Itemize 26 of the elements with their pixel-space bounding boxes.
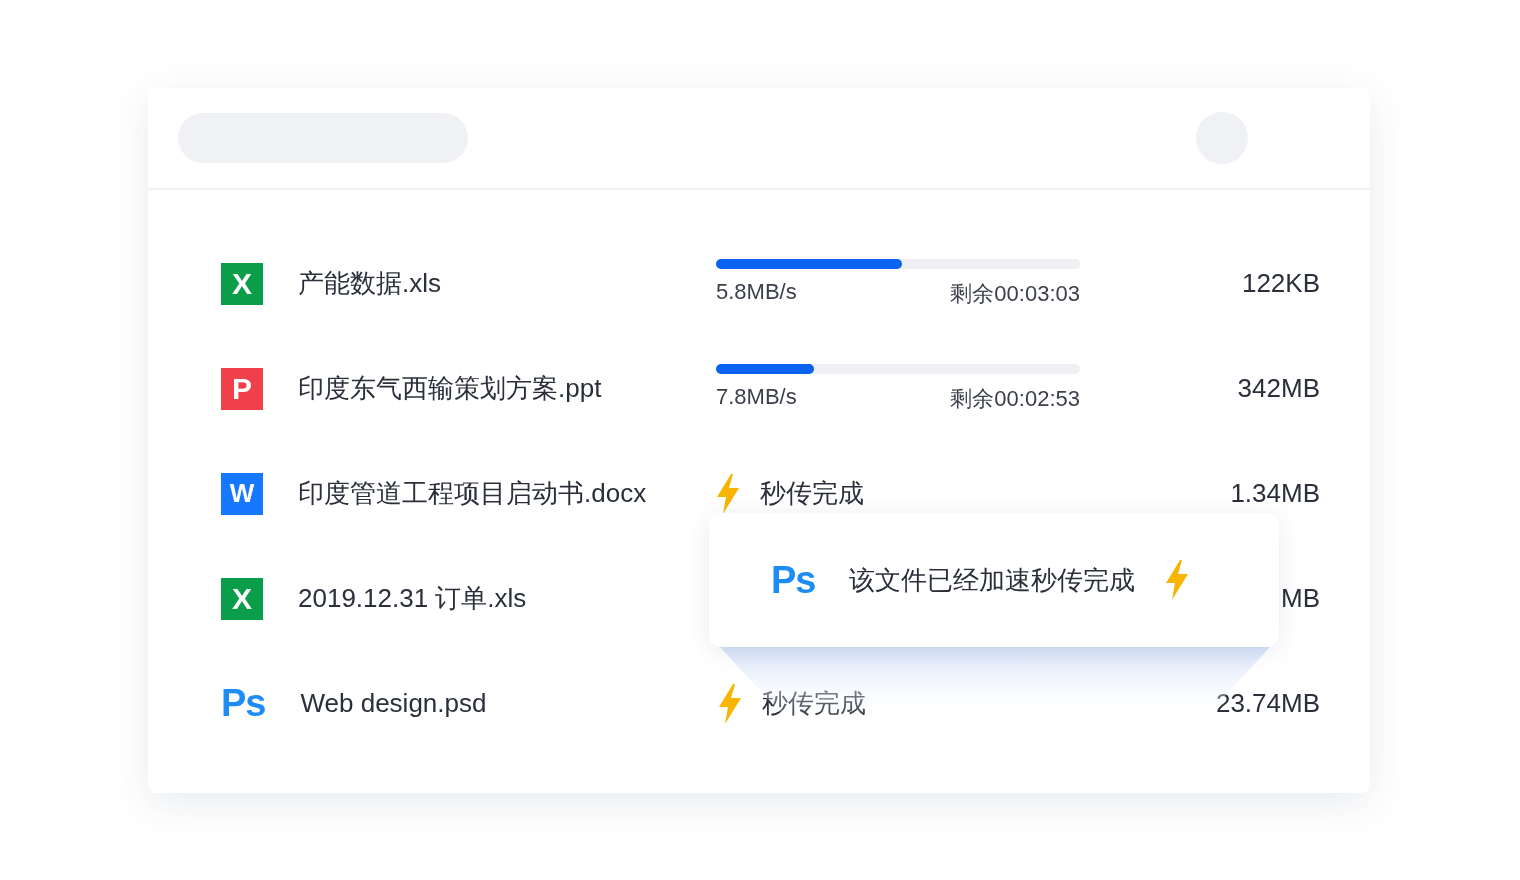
status-text: 秒传完成	[760, 477, 864, 510]
file-name: Web design.psd	[300, 688, 488, 719]
transfer-speed: 5.8MB/s	[716, 278, 797, 306]
file-size: 342MB	[1236, 373, 1320, 404]
time-remaining: 剩余00:02:53	[950, 384, 1080, 413]
file-type-icon: Ps	[221, 682, 266, 725]
file-size: 122KB	[1240, 268, 1320, 299]
file-size: MB	[1280, 583, 1320, 614]
file-type-icon: X	[221, 577, 263, 620]
lightning-icon	[716, 473, 740, 514]
file-type-icon: P	[221, 367, 263, 410]
file-type-icon: Ps	[771, 559, 816, 601]
file-name: 产能数据.xls	[298, 267, 442, 300]
file-size: 1.34MB	[1229, 478, 1320, 509]
file-name: 印度管道工程项目启动书.docx	[298, 477, 648, 510]
toast-message: 该文件已经加速秒传完成	[849, 563, 1136, 597]
file-type-icon: W	[221, 472, 263, 515]
file-type-icon: X	[221, 262, 263, 305]
transfer-speed: 7.8MB/s	[716, 383, 797, 411]
time-remaining: 剩余00:03:03	[950, 279, 1080, 308]
file-name: 印度东气西输策划方案.ppt	[298, 372, 603, 405]
lightning-icon	[1165, 560, 1190, 600]
file-name: 2019.12.31 订单.xls	[298, 582, 528, 615]
status-text: 秒传完成	[762, 687, 867, 720]
lightning-icon	[718, 683, 743, 724]
file-size: 23.74MB	[1214, 688, 1320, 719]
